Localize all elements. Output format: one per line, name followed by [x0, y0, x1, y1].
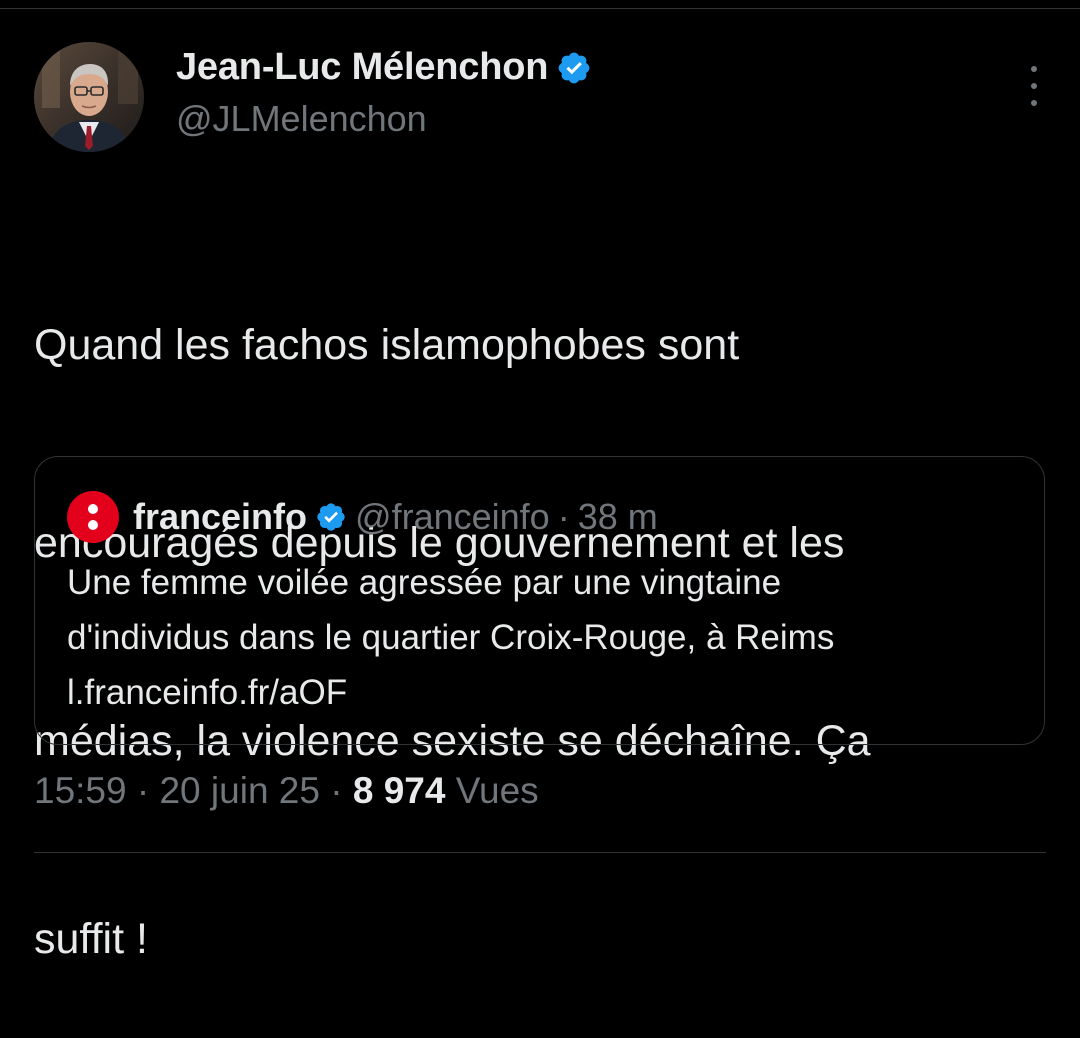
separator-dot: ·	[136, 770, 150, 811]
quoted-link[interactable]: l.franceinfo.fr/aOF	[67, 665, 1027, 720]
top-divider	[0, 8, 1080, 9]
views-label: Vues	[455, 770, 539, 811]
more-options-icon[interactable]	[1022, 66, 1046, 106]
avatar-photo	[34, 42, 144, 152]
logo-dot	[88, 520, 98, 530]
more-dot	[1031, 83, 1037, 89]
author-handle[interactable]: @JLMelenchon	[176, 98, 427, 140]
bottom-divider	[34, 852, 1046, 853]
quoted-tweet-header: franceinfo @franceinfo · 38 m	[67, 491, 658, 543]
more-dot	[1031, 100, 1037, 106]
views-count: 8 974	[352, 770, 446, 811]
quoted-tweet-time[interactable]: 38 m	[578, 496, 658, 538]
tweet-time[interactable]: 15:59	[34, 770, 127, 811]
logo-dot	[88, 504, 98, 514]
separator-dot: ·	[330, 770, 343, 811]
quoted-tweet-card[interactable]: franceinfo @franceinfo · 38 m Une femme …	[34, 456, 1045, 745]
verified-badge-icon[interactable]	[556, 50, 592, 86]
tweet-meta: 15:59 · 20 juin 25 · 8 974 Vues	[34, 770, 539, 812]
tweet-text-line: Quand les fachos islamophobes sont	[34, 321, 740, 369]
quoted-author-handle[interactable]: @franceinfo	[355, 496, 550, 538]
tweet-date[interactable]: 20 juin 25	[159, 770, 319, 811]
quoted-author-name[interactable]: franceinfo	[133, 496, 307, 538]
quoted-text-line: d'individus dans le quartier Croix-Rouge…	[67, 618, 835, 657]
tweet-header: Jean-Luc Mélenchon @JLMelenchon	[34, 42, 1046, 154]
avatar[interactable]	[34, 42, 144, 152]
quoted-tweet-text: Une femme voilée agressée par une vingta…	[67, 555, 1027, 720]
separator-dot: ·	[557, 496, 570, 537]
author-name-row[interactable]: Jean-Luc Mélenchon	[176, 46, 592, 89]
more-dot	[1031, 66, 1037, 72]
tweet-text-line: suffit !	[34, 915, 148, 963]
author-display-name[interactable]: Jean-Luc Mélenchon	[176, 46, 548, 89]
quoted-text-line: Une femme voilée agressée par une vingta…	[67, 563, 782, 602]
franceinfo-logo-icon[interactable]	[67, 491, 119, 543]
verified-badge-icon	[317, 503, 345, 531]
